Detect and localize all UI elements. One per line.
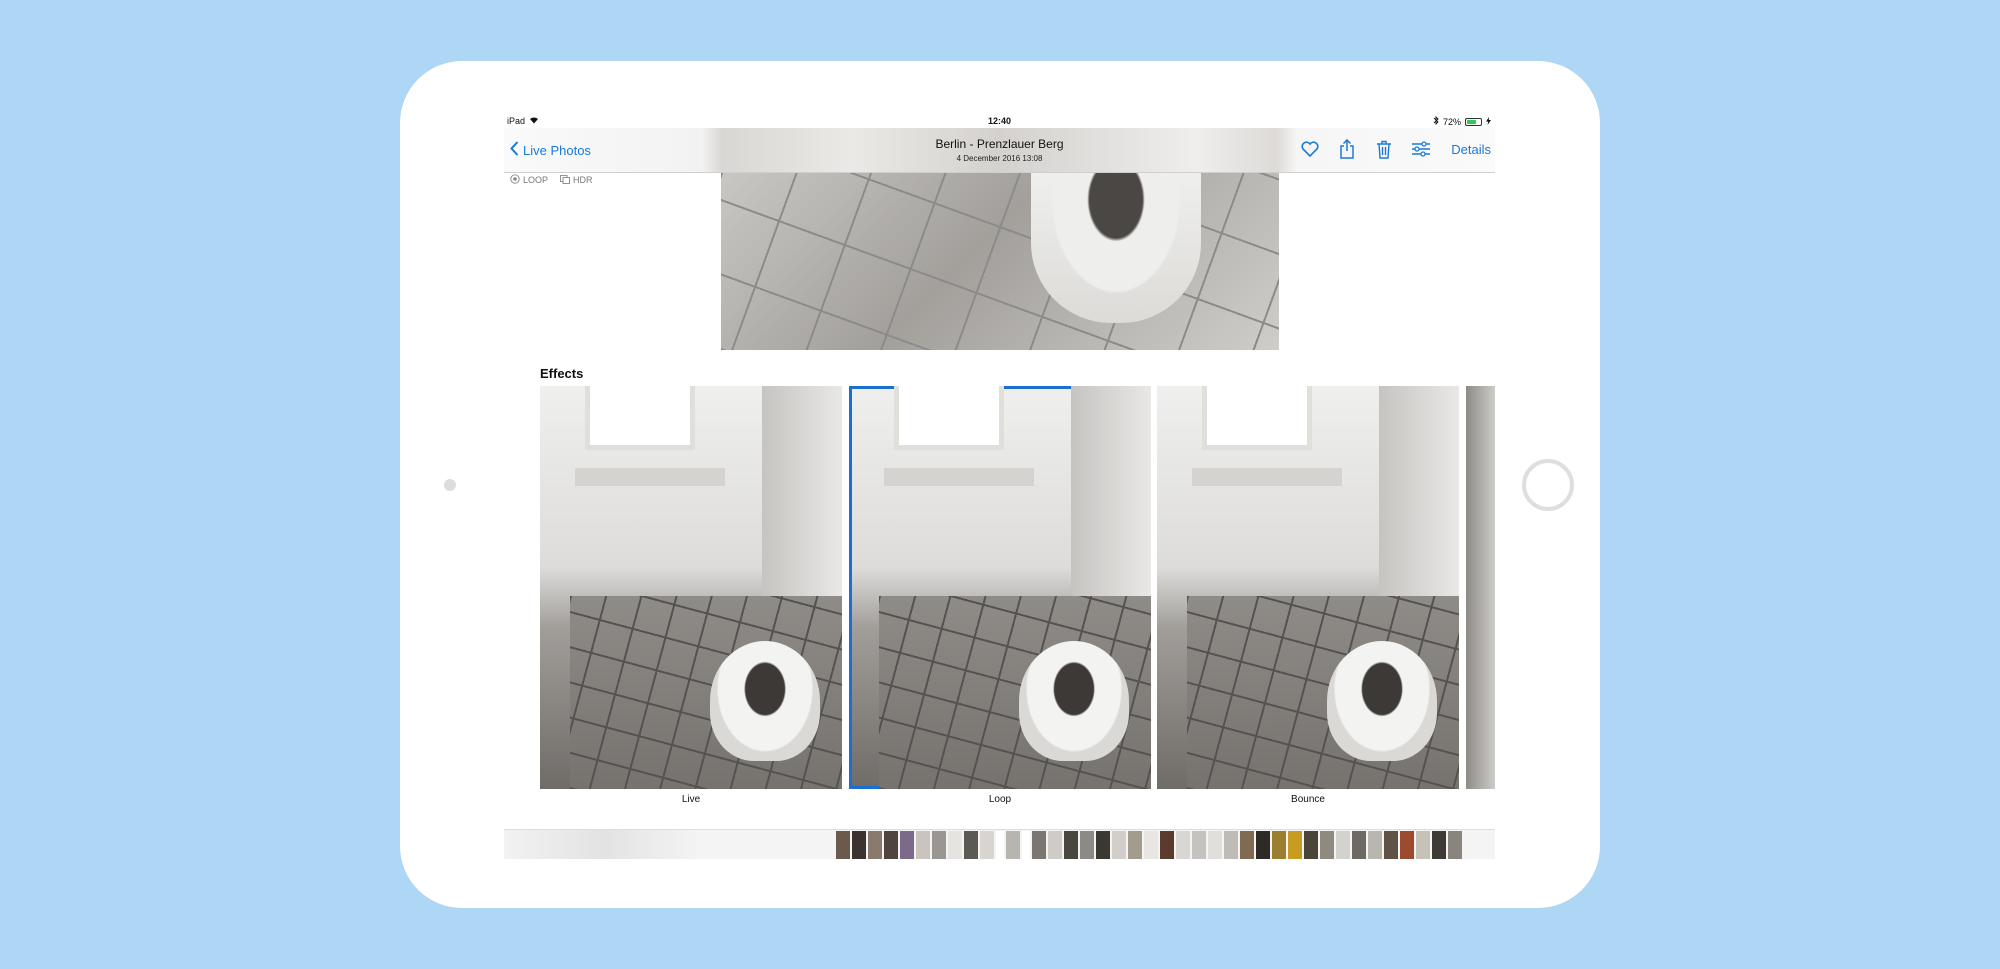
- filmstrip-frame[interactable]: [964, 831, 978, 859]
- nav-actions: Details: [1300, 139, 1491, 159]
- filmstrip-frame[interactable]: [1192, 831, 1206, 859]
- filmstrip-frame[interactable]: [996, 831, 1004, 859]
- filmstrip-frame[interactable]: [1256, 831, 1270, 859]
- filmstrip-frame[interactable]: [1096, 831, 1110, 859]
- thumb-toilet: [1327, 641, 1437, 761]
- thumb-toilet: [710, 641, 820, 761]
- filmstrip-frame[interactable]: [1048, 831, 1062, 859]
- filmstrip-frame[interactable]: [1176, 831, 1190, 859]
- filmstrip-frame[interactable]: [852, 831, 866, 859]
- filmstrip-frame[interactable]: [1400, 831, 1414, 859]
- heart-icon[interactable]: [1300, 139, 1320, 159]
- photo-badges: LOOP HDR: [510, 174, 593, 186]
- loop-badge-label: LOOP: [523, 175, 549, 185]
- filmstrip-frame[interactable]: [1080, 831, 1094, 859]
- filmstrip-frame[interactable]: [1006, 831, 1020, 859]
- effect-label-loop: Loop: [988, 794, 1012, 805]
- filmstrip-frame[interactable]: [868, 831, 882, 859]
- thumb-window: [585, 386, 695, 450]
- thumb-sill: [575, 468, 725, 486]
- effect-thumb-next[interactable]: [1466, 386, 1495, 789]
- filmstrip-frame[interactable]: [1384, 831, 1398, 859]
- thumb-window: [894, 386, 1004, 450]
- filmstrip-frame[interactable]: [1160, 831, 1174, 859]
- filmstrip-frame[interactable]: [1144, 831, 1158, 859]
- filmstrip-frame[interactable]: [1208, 831, 1222, 859]
- photo-filmstrip[interactable]: [504, 829, 1495, 859]
- effects-heading: Effects: [540, 366, 584, 381]
- hdr-badge: HDR: [560, 174, 593, 186]
- effect-label-live: Live: [681, 794, 701, 805]
- filmstrip-frame[interactable]: [884, 831, 898, 859]
- bluetooth-icon: [1433, 115, 1439, 127]
- battery-percent: 72%: [1442, 116, 1461, 127]
- hdr-badge-label: HDR: [573, 175, 593, 185]
- battery-icon: [1465, 117, 1482, 126]
- effect-thumb-live[interactable]: [540, 386, 842, 789]
- status-time: 12:40: [987, 116, 1012, 126]
- screen: iPad 12:40 72% Live Photos Berlin - Pren…: [504, 114, 1495, 859]
- filmstrip-frame[interactable]: [1352, 831, 1366, 859]
- filmstrip-frame[interactable]: [900, 831, 914, 859]
- filmstrip-frame[interactable]: [1032, 831, 1046, 859]
- charging-icon: [1486, 116, 1491, 127]
- thumb-sill: [1192, 468, 1342, 486]
- filmstrip-frame[interactable]: [1240, 831, 1254, 859]
- filmstrip-frame[interactable]: [916, 831, 930, 859]
- filmstrip-frame[interactable]: [1128, 831, 1142, 859]
- filmstrip-frame[interactable]: [1224, 831, 1238, 859]
- filmstrip-frame[interactable]: [1448, 831, 1462, 859]
- main-photo-toilet: [1031, 173, 1201, 323]
- effect-thumb-loop[interactable]: [849, 386, 1151, 789]
- filmstrip-frame[interactable]: [1272, 831, 1286, 859]
- filmstrip-frame[interactable]: [1304, 831, 1318, 859]
- share-icon[interactable]: [1337, 139, 1357, 159]
- hdr-icon: [560, 174, 570, 186]
- filmstrip-frame[interactable]: [836, 831, 850, 859]
- thumb-sill: [884, 468, 1034, 486]
- filmstrip-frame[interactable]: [1336, 831, 1350, 859]
- filmstrip-frames: [836, 831, 1464, 859]
- filmstrip-frame[interactable]: [1416, 831, 1430, 859]
- filmstrip-frame[interactable]: [1288, 831, 1302, 859]
- adjust-icon[interactable]: [1411, 139, 1431, 159]
- ipad-frame: iPad 12:40 72% Live Photos Berlin - Pren…: [400, 61, 1600, 908]
- thumb-window: [1202, 386, 1312, 450]
- filmstrip-frame[interactable]: [1112, 831, 1126, 859]
- status-bar: iPad 12:40 72%: [504, 114, 1495, 128]
- filmstrip-frame[interactable]: [1432, 831, 1446, 859]
- status-right: 72%: [1433, 115, 1491, 127]
- filmstrip-frame[interactable]: [1368, 831, 1382, 859]
- thumb-toilet: [1019, 641, 1129, 761]
- filmstrip-frame[interactable]: [1022, 831, 1030, 859]
- navigation-bar: Live Photos Berlin - Prenzlauer Berg 4 D…: [504, 128, 1495, 173]
- loop-badge: LOOP: [510, 174, 548, 186]
- trash-icon[interactable]: [1374, 139, 1394, 159]
- home-button[interactable]: [1522, 459, 1574, 511]
- filmstrip-frame[interactable]: [1064, 831, 1078, 859]
- effect-thumb-bounce[interactable]: [1157, 386, 1459, 789]
- details-button[interactable]: Details: [1451, 142, 1491, 157]
- filmstrip-frame[interactable]: [948, 831, 962, 859]
- loop-icon: [510, 174, 520, 186]
- filmstrip-frame[interactable]: [932, 831, 946, 859]
- filmstrip-frame[interactable]: [1320, 831, 1334, 859]
- main-photo[interactable]: [721, 173, 1279, 350]
- filmstrip-frame[interactable]: [980, 831, 994, 859]
- camera-dot: [444, 479, 456, 491]
- battery-fill: [1467, 119, 1477, 124]
- effect-label-bounce: Bounce: [1291, 794, 1325, 805]
